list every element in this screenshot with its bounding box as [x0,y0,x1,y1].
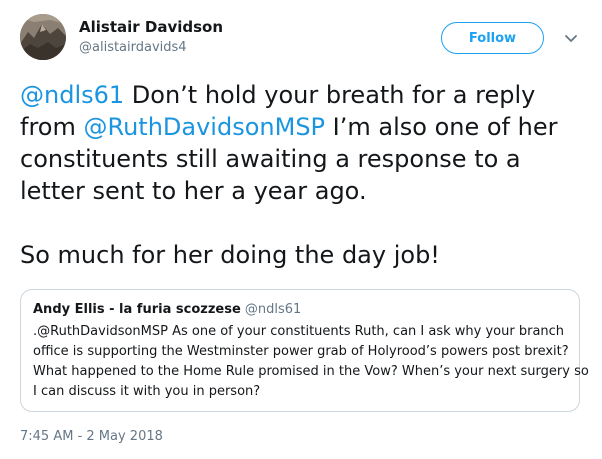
quote-author-name: Andy Ellis - la furia scozzese [33,302,241,317]
follow-button[interactable]: Follow [441,22,544,54]
tweet-line: @ndls61 Don’t hold your breath for a rep… [20,79,595,111]
profile-photo-icon [20,14,66,60]
line-break [20,207,595,239]
quote-text: .@RuthDavidsonMSP As one of your constit… [33,322,589,402]
avatar[interactable] [20,14,66,60]
tweet-text: @ndls61 Don’t hold your breath for a rep… [20,79,595,271]
tweet-line: So much for her doing the day job! [20,241,440,269]
timestamp[interactable]: 7:45 AM - 2 May 2018 [20,429,163,444]
tweet-line: from @RuthDavidsonMSP I’m also one of he… [20,111,595,143]
author-name[interactable]: Alistair Davidson [79,18,223,36]
tweet-line: letter sent to her a year ago. [20,177,367,205]
quote-line: office is supporting the Westminster pow… [33,344,569,359]
quote-header: Andy Ellis - la furia scozzese @ndls61 [33,300,567,319]
quote-line: .@RuthDavidsonMSP As one of your constit… [33,324,565,339]
author-handle[interactable]: @alistairdavids4 [79,40,187,55]
quote-line: What happened to the Home Rule promised … [33,364,589,379]
mention-link[interactable]: @RuthDavidsonMSP [83,113,325,141]
quoted-tweet[interactable]: Andy Ellis - la furia scozzese @ndls61 .… [20,289,589,412]
tweet-text-segment: I’m also one of her [325,113,558,141]
tweet-text-segment: from [20,113,84,141]
mention-link[interactable]: @ndls61 [20,81,124,109]
quote-line: I can discuss it with you in person? [33,384,261,399]
chevron-down-icon[interactable] [563,30,579,46]
tweet-line: constituents still awaiting a response t… [20,145,521,173]
quote-author-handle: @ndls61 [244,302,302,317]
tweet-text-segment: Don’t hold your breath for a reply [124,81,536,109]
